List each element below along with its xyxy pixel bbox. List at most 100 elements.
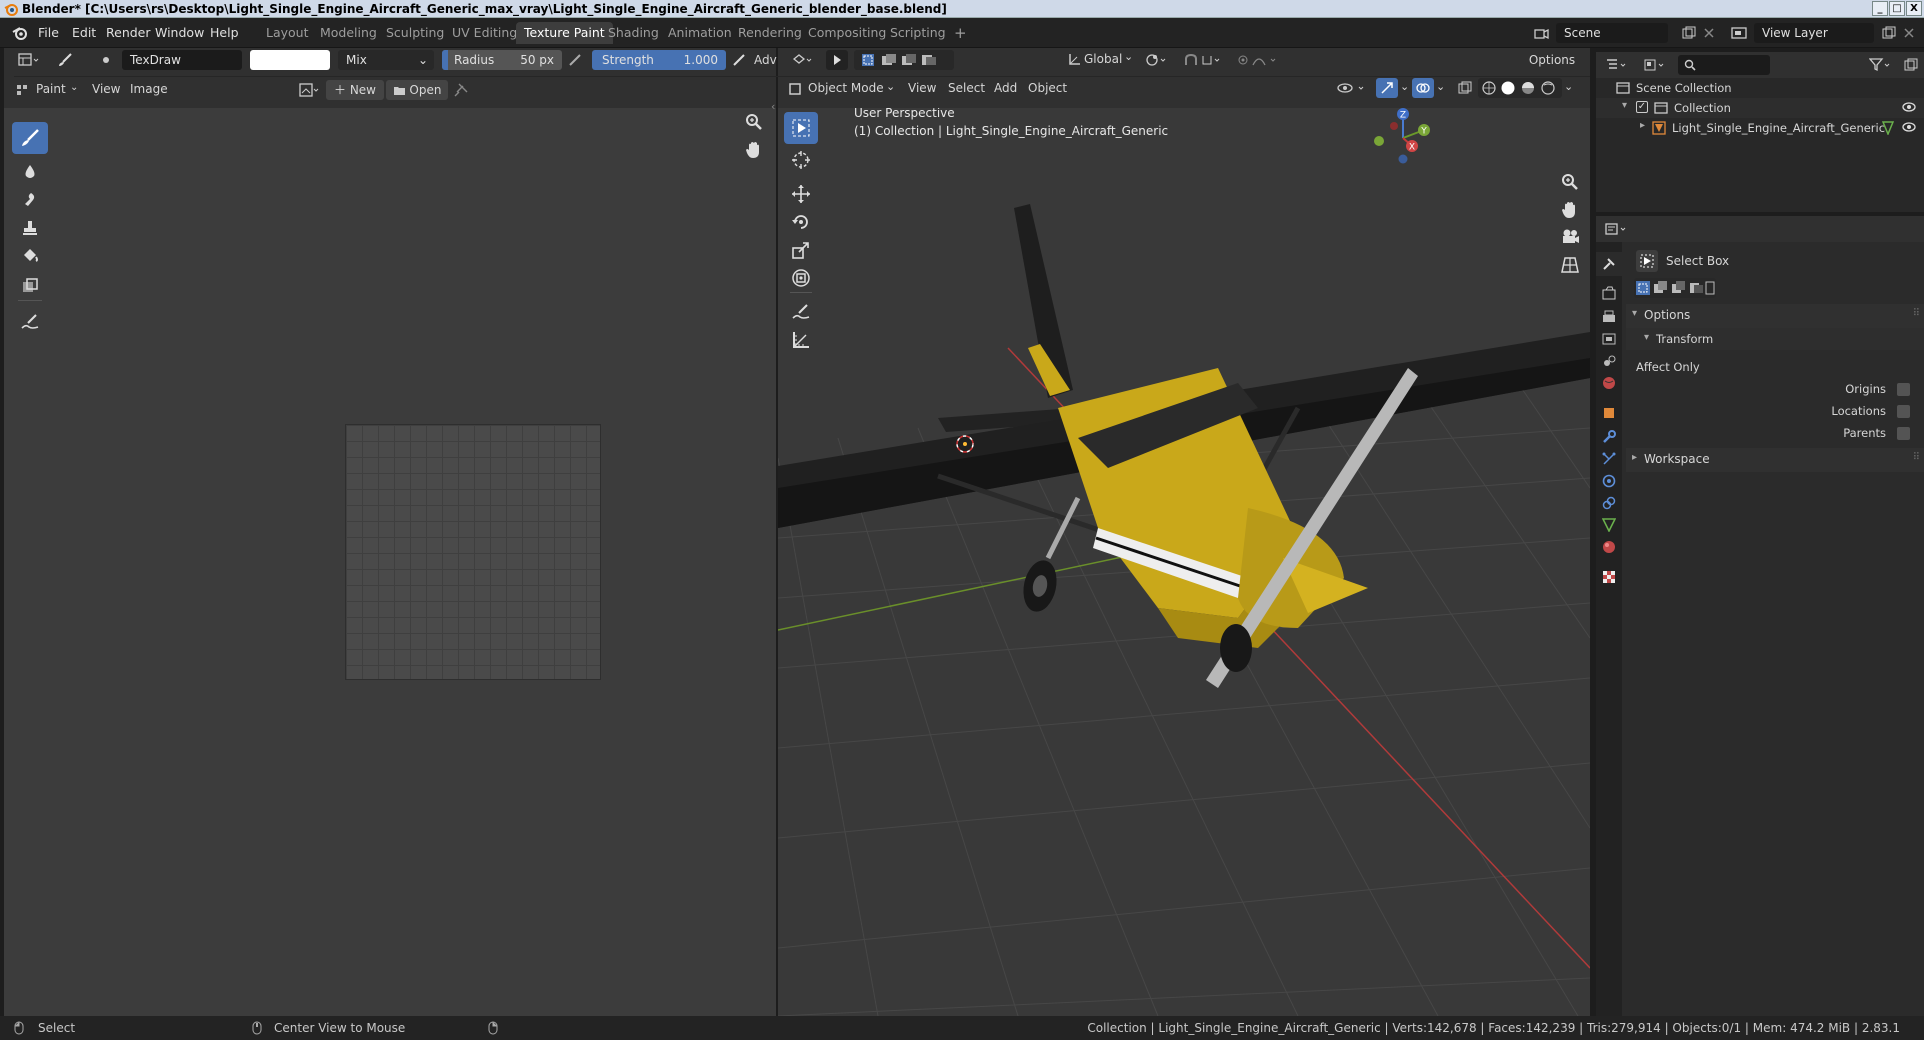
strength-slider[interactable]: Strength 1.000 <box>592 50 726 70</box>
tab-tool[interactable] <box>1596 252 1622 276</box>
drag-handle-icon[interactable]: ⠿ <box>1913 308 1920 319</box>
options-dropdown[interactable]: Options ⌄ <box>1522 50 1582 87</box>
transform-orientation-icon[interactable] <box>1064 50 1084 70</box>
remove-view-layer-icon[interactable] <box>1898 23 1920 43</box>
drag-handle-icon[interactable]: ⠿ <box>1913 452 1920 463</box>
menu-help[interactable]: Help <box>210 25 239 40</box>
chevron-down-icon[interactable]: ⌄ <box>1436 80 1445 93</box>
new-collection-icon[interactable] <box>1900 55 1922 75</box>
add-workspace-button[interactable]: + <box>946 22 975 44</box>
eye-icon[interactable] <box>1902 121 1916 133</box>
blend-mode-dropdown[interactable]: Mix ⌄ <box>338 50 434 70</box>
pivot-point-icon[interactable] <box>1142 50 1172 70</box>
measure-tool[interactable] <box>784 324 818 356</box>
browse-image-icon[interactable] <box>294 80 324 100</box>
zoom-icon[interactable] <box>744 112 764 132</box>
selection-mode-group[interactable] <box>854 50 954 70</box>
tab-uv-editing[interactable]: UV Editing <box>444 22 525 44</box>
display-mode-icon[interactable] <box>1640 55 1670 75</box>
perspective-toggle-icon[interactable] <box>1560 256 1580 274</box>
eye-icon[interactable] <box>1902 101 1916 113</box>
gizmo-toggle-icon[interactable] <box>1376 78 1398 98</box>
scene-name-field[interactable]: Scene <box>1556 23 1668 43</box>
shading-mode-group[interactable] <box>1478 78 1562 98</box>
select-tool-icon[interactable] <box>826 50 848 70</box>
new-view-layer-icon[interactable] <box>1878 23 1900 43</box>
outliner-search-input[interactable] <box>1678 55 1770 75</box>
properties-editor-type-icon[interactable] <box>1602 219 1632 239</box>
tab-animation[interactable]: Animation <box>660 22 740 44</box>
scene-tab-icon[interactable] <box>1602 354 1616 368</box>
draw-tool[interactable] <box>12 122 48 154</box>
3d-viewport[interactable]: User Perspective (1) Collection | Light_… <box>778 108 1590 1016</box>
select-box-tool[interactable] <box>784 112 818 144</box>
brush-color-swatch[interactable] <box>250 50 330 70</box>
transform-tool[interactable] <box>784 262 818 294</box>
locations-checkbox[interactable] <box>1897 405 1910 418</box>
close-button[interactable]: X <box>1906 1 1922 16</box>
expand-arrow-icon[interactable]: ▸ <box>1640 120 1645 131</box>
view-layer-icon[interactable] <box>1728 23 1750 43</box>
viewport-zoom-icon[interactable] <box>1560 172 1580 192</box>
annotate-tool[interactable] <box>12 306 48 338</box>
paint-mode-menu[interactable]: Paint <box>36 82 66 96</box>
brush-name-field[interactable]: TexDraw <box>122 50 242 70</box>
menu-file[interactable]: File <box>38 25 59 40</box>
viewport-editor-type-icon[interactable] <box>788 50 818 70</box>
outliner-row-scene-collection[interactable]: Scene Collection <box>1596 78 1924 98</box>
chevron-down-icon[interactable]: ⌄ <box>1564 80 1573 93</box>
maximize-button[interactable]: □ <box>1889 1 1905 16</box>
parents-option[interactable]: Parents <box>1626 422 1924 442</box>
outliner-row-object[interactable]: ▸ Light_Single_Engine_Aircraft_Generic <box>1596 118 1924 138</box>
pin-icon[interactable] <box>450 80 472 100</box>
outliner-row-collection[interactable]: ▾ ✓ Collection <box>1596 98 1924 118</box>
viewport-menu-add[interactable]: Add <box>994 81 1017 95</box>
transform-orientation-value[interactable]: Global <box>1084 52 1122 66</box>
open-image-button[interactable]: Open <box>386 80 448 100</box>
expand-arrow-icon[interactable]: ▾ <box>1622 100 1627 111</box>
navigation-gizmo[interactable]: Z Y X <box>1358 108 1448 178</box>
object-tab-icon[interactable] <box>1602 406 1616 420</box>
collection-checkbox[interactable]: ✓ <box>1636 101 1648 113</box>
tab-scripting[interactable]: Scripting <box>882 22 954 44</box>
options-panel-header[interactable]: ▾ Options ⠿ <box>1626 304 1924 328</box>
locations-option[interactable]: Locations <box>1626 400 1924 420</box>
remove-scene-icon[interactable] <box>1698 23 1720 43</box>
cursor-tool[interactable] <box>784 144 818 176</box>
snap-icon[interactable] <box>1180 50 1226 70</box>
minimize-button[interactable]: _ <box>1872 1 1888 16</box>
outliner-editor-type-icon[interactable] <box>1602 55 1632 75</box>
tab-shading[interactable]: Shading <box>600 22 667 44</box>
origins-option[interactable]: Origins <box>1626 380 1924 400</box>
radius-pressure-icon[interactable] <box>564 50 586 70</box>
camera-view-icon[interactable] <box>1560 228 1580 246</box>
new-scene-icon[interactable] <box>1678 23 1700 43</box>
tab-texture-paint[interactable]: Texture Paint <box>516 22 613 44</box>
overlays-toggle-icon[interactable] <box>1412 78 1434 98</box>
blender-menu-icon[interactable] <box>12 25 28 41</box>
parents-checkbox[interactable] <box>1897 427 1910 440</box>
pan-hand-icon[interactable] <box>744 140 764 160</box>
tab-modeling[interactable]: Modeling <box>312 22 385 44</box>
fill-tool[interactable] <box>12 240 48 272</box>
new-image-button[interactable]: ＋ New <box>326 80 384 100</box>
tab-compositing[interactable]: Compositing <box>800 22 894 44</box>
scene-selector-icon[interactable] <box>1530 23 1552 43</box>
advanced-panel-tab[interactable]: Adv <box>754 53 777 67</box>
chevron-down-icon[interactable]: ⌄ <box>1400 80 1409 93</box>
image-menu-view[interactable]: View <box>92 82 120 96</box>
transform-subpanel-header[interactable]: ▾ Transform <box>1626 328 1924 350</box>
viewport-menu-select[interactable]: Select <box>948 81 985 95</box>
view-layer-field[interactable]: View Layer <box>1754 23 1874 43</box>
render-tab-icon[interactable] <box>1602 286 1616 300</box>
visibility-selectability-icon[interactable] <box>1334 78 1374 98</box>
particles-tab-icon[interactable] <box>1602 452 1616 466</box>
viewport-menu-object[interactable]: Object <box>1028 81 1067 95</box>
viewport-pan-hand-icon[interactable] <box>1560 200 1580 220</box>
object-mode-dropdown[interactable]: Object Mode <box>808 81 884 95</box>
image-menu-image[interactable]: Image <box>130 82 168 96</box>
data-tab-icon[interactable] <box>1602 518 1616 532</box>
output-tab-icon[interactable] <box>1602 310 1616 324</box>
image-editor-area[interactable]: ‹ <box>4 100 776 1016</box>
viewport-menu-view[interactable]: View <box>908 81 936 95</box>
